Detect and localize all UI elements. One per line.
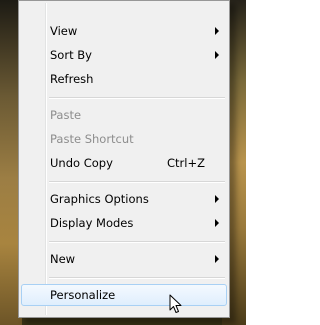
- chevron-right-icon: [215, 255, 219, 263]
- menu-separator: [49, 241, 225, 243]
- desktop-context-menu: View Sort By Refresh Paste Paste Shortcu…: [18, 0, 230, 318]
- chevron-right-icon: [215, 27, 219, 35]
- menu-separator: [49, 181, 225, 183]
- menu-item-paste-shortcut: Paste Shortcut: [21, 128, 227, 150]
- menu-item-graphics-options[interactable]: Graphics Options: [21, 188, 227, 210]
- chevron-right-icon: [215, 219, 219, 227]
- chevron-right-icon: [215, 195, 219, 203]
- menu-item-undo-copy[interactable]: Undo Copy Ctrl+Z: [21, 152, 227, 174]
- menu-item-label: Sort By: [50, 48, 92, 62]
- menu-item-label: Display Modes: [50, 216, 134, 230]
- menu-item-label: Undo Copy: [50, 156, 113, 170]
- chevron-right-icon: [215, 51, 219, 59]
- menu-item-new[interactable]: New: [21, 248, 227, 270]
- mouse-cursor-icon: [169, 294, 182, 313]
- menu-item-label: Paste Shortcut: [50, 132, 134, 146]
- menu-item-display-modes[interactable]: Display Modes: [21, 212, 227, 234]
- menu-separator: [49, 97, 225, 99]
- menu-item-personalize[interactable]: Personalize: [21, 284, 227, 306]
- menu-item-label: Personalize: [50, 288, 116, 302]
- menu-item-view[interactable]: View: [21, 20, 227, 42]
- menu-item-label: View: [50, 24, 78, 38]
- menu-item-refresh[interactable]: Refresh: [21, 68, 227, 90]
- menu-item-label: New: [50, 252, 76, 266]
- menu-item-sort-by[interactable]: Sort By: [21, 44, 227, 66]
- menu-item-shortcut: Ctrl+Z: [167, 156, 205, 170]
- menu-separator: [49, 277, 225, 279]
- menu-item-label: Refresh: [50, 72, 94, 86]
- menu-item-paste: Paste: [21, 104, 227, 126]
- menu-item-label: Graphics Options: [50, 192, 149, 206]
- menu-item-label: Paste: [50, 108, 82, 122]
